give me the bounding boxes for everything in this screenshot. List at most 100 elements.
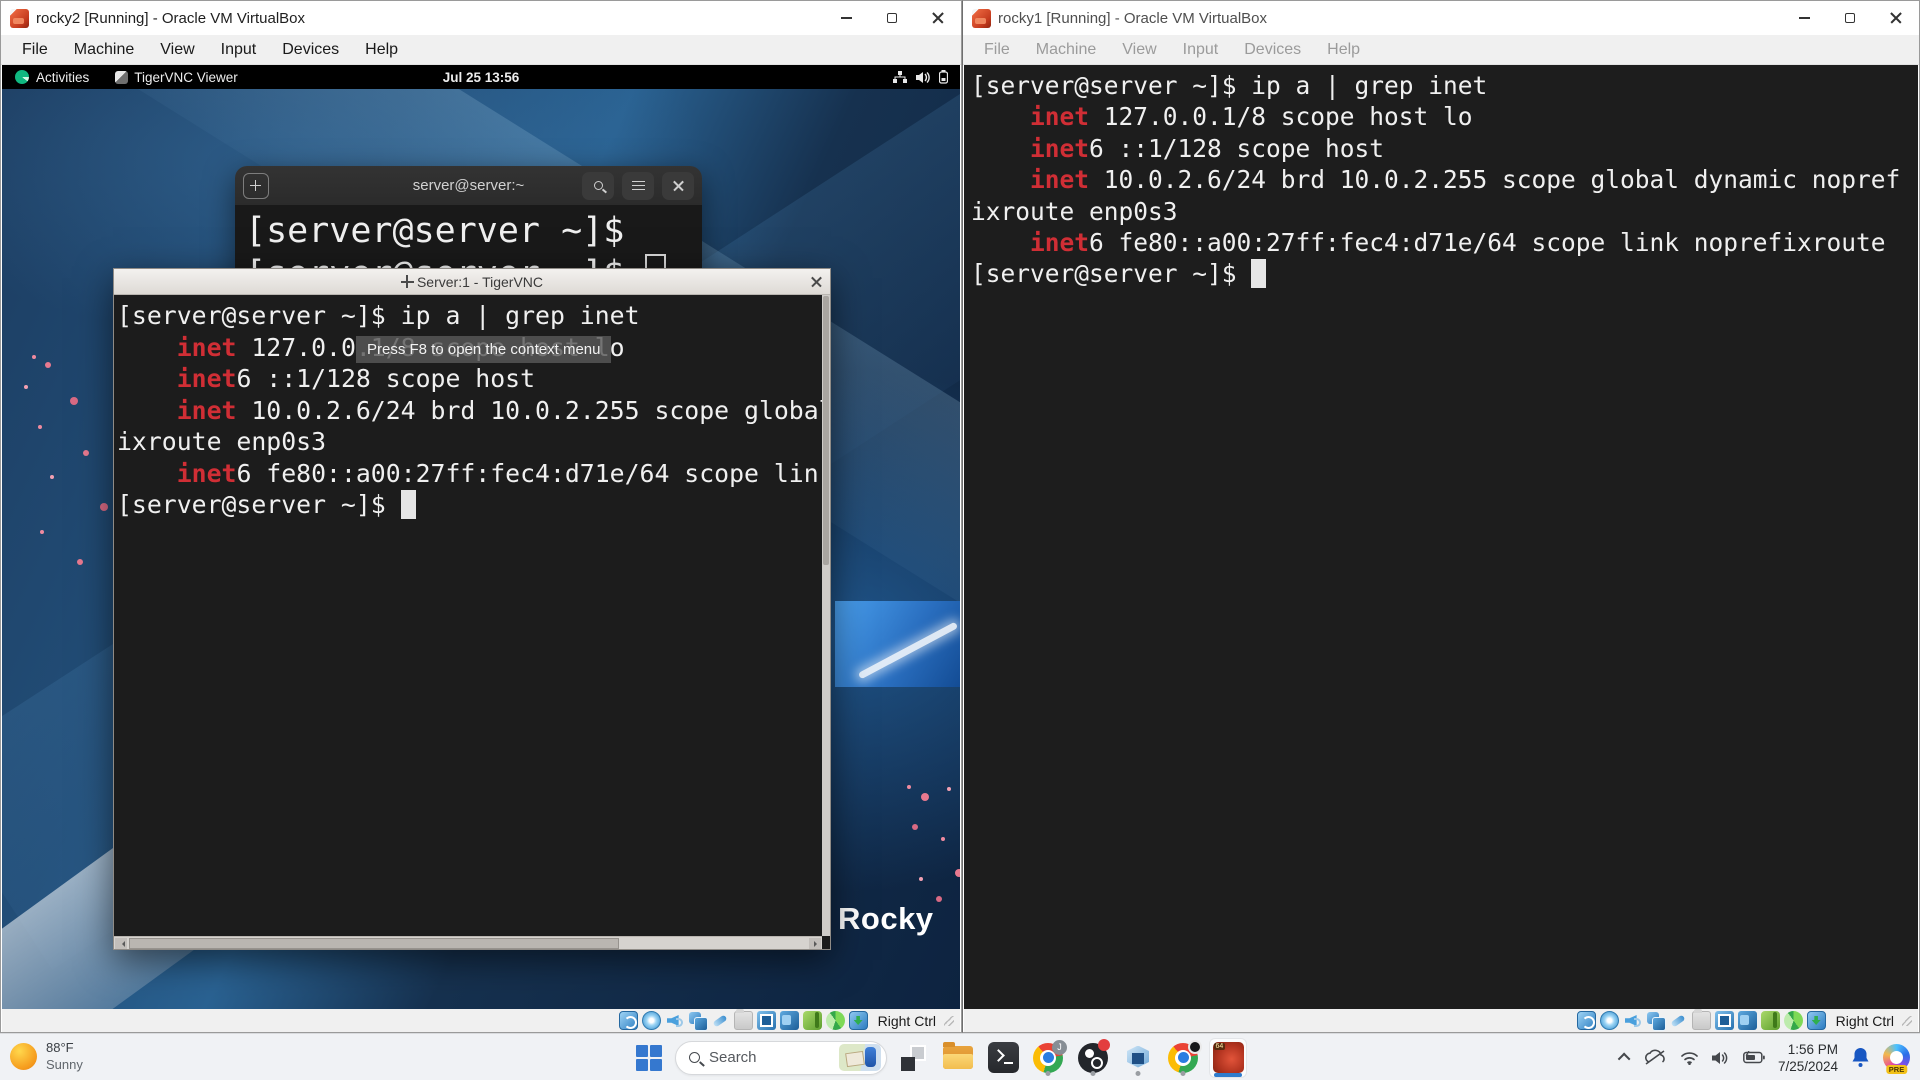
network-icon[interactable] [1646, 1011, 1665, 1030]
vm-window-button[interactable]: 64 [1209, 1038, 1247, 1078]
features-icon[interactable] [803, 1011, 822, 1030]
mouse-integration-icon[interactable] [1784, 1011, 1803, 1030]
minimize-button[interactable] [1781, 1, 1827, 35]
running-indicator [1091, 1071, 1096, 1076]
menu-help[interactable]: Help [1314, 41, 1373, 59]
close-button[interactable] [915, 1, 961, 35]
terminal-close-button[interactable] [662, 172, 694, 200]
shared-folders-icon[interactable] [734, 1011, 753, 1030]
terminal-content[interactable]: [server@server ~]$ ip a | grep inet inet… [964, 65, 1918, 1009]
notification-bell-icon[interactable] [1851, 1047, 1870, 1068]
wifi-icon[interactable] [1680, 1051, 1699, 1065]
tray-time: 1:56 PM [1778, 1041, 1838, 1058]
menu-file[interactable]: File [971, 41, 1023, 59]
weather-widget[interactable]: 88°F Sunny [10, 1039, 83, 1073]
battery-icon[interactable] [1743, 1051, 1765, 1064]
menu-machine[interactable]: Machine [1023, 41, 1109, 59]
start-button[interactable] [630, 1038, 668, 1078]
focused-app-menu[interactable]: TigerVNC Viewer [134, 70, 238, 85]
chrome-icon [1168, 1043, 1198, 1073]
keyboard-capture-icon[interactable] [849, 1011, 868, 1030]
hdd-icon[interactable] [1577, 1011, 1596, 1030]
scrollbar-thumb[interactable] [129, 938, 619, 949]
tigervnc-window[interactable]: Server:1 - TigerVNC [server@server ~]$ i… [113, 268, 831, 950]
vm-screen-rocky1[interactable]: [server@server ~]$ ip a | grep inet inet… [964, 65, 1918, 1009]
network-icon[interactable] [688, 1011, 707, 1030]
resize-grip[interactable] [1902, 1016, 1912, 1026]
display-icon[interactable] [757, 1011, 776, 1030]
hdd-icon[interactable] [619, 1011, 638, 1030]
terminal-title: server@server:~ [413, 177, 525, 194]
window-title: rocky2 [Running] - Oracle VM VirtualBox [36, 10, 305, 27]
terminal-search-button[interactable] [582, 172, 614, 200]
terminal-title-bar[interactable]: server@server:~ [235, 166, 702, 205]
tray-overflow-chevron-icon[interactable] [1618, 1053, 1631, 1066]
folder-icon [943, 1046, 973, 1069]
terminal-line: inet 10.0.2.6/24 brd 10.0.2.255 scope gl… [117, 395, 822, 427]
onedrive-icon[interactable] [1643, 1049, 1667, 1066]
menu-view[interactable]: View [147, 41, 207, 59]
menu-file[interactable]: File [9, 41, 61, 59]
new-tab-button[interactable] [243, 173, 269, 199]
terminal-app-button[interactable] [984, 1038, 1022, 1078]
menu-devices[interactable]: Devices [1231, 41, 1314, 59]
resize-grip[interactable] [944, 1016, 954, 1026]
volume-icon[interactable] [1712, 1051, 1730, 1065]
vnc-close-button[interactable] [811, 276, 822, 287]
vbox-status-bar: Right Ctrl [964, 1009, 1918, 1032]
vnc-terminal-content[interactable]: [server@server ~]$ ip a | grep inet inet… [114, 295, 822, 936]
task-view-button[interactable] [894, 1038, 932, 1078]
minimize-button[interactable] [823, 1, 869, 35]
vm-screen-rocky2[interactable]: Rocky Activities TigerVNC Viewer Jul 25 … [2, 65, 960, 1009]
features-icon[interactable] [1761, 1011, 1780, 1030]
minimize-icon [841, 17, 852, 19]
file-explorer-button[interactable] [939, 1038, 977, 1078]
optical-disk-icon[interactable] [1600, 1011, 1619, 1030]
desktop-screen: rocky2 [Running] - Oracle VM VirtualBox … [0, 0, 1920, 1080]
chrome-profile1-button[interactable]: J [1029, 1038, 1067, 1078]
terminal-line: [server@server ~]$ [971, 258, 1918, 289]
terminal-line: [server@server ~]$ ip a | grep inet [117, 300, 822, 332]
menu-input[interactable]: Input [208, 41, 270, 59]
maximize-button[interactable] [869, 1, 915, 35]
scroll-left-arrow[interactable] [115, 938, 127, 949]
vertical-scrollbar[interactable] [822, 295, 830, 936]
title-bar[interactable]: rocky2 [Running] - Oracle VM VirtualBox [1, 1, 961, 35]
gnome-clock[interactable]: Jul 25 13:56 [443, 70, 520, 85]
keyboard-capture-icon[interactable] [1807, 1011, 1826, 1030]
virtualbox-button[interactable] [1119, 1038, 1157, 1078]
terminal-menu-button[interactable] [622, 172, 654, 200]
menu-view[interactable]: View [1109, 41, 1169, 59]
scroll-right-arrow[interactable] [809, 938, 821, 949]
recording-icon[interactable] [1738, 1011, 1757, 1030]
weather-condition: Sunny [46, 1056, 83, 1073]
close-button[interactable] [1873, 1, 1919, 35]
mouse-integration-icon[interactable] [826, 1011, 845, 1030]
menu-help[interactable]: Help [352, 41, 411, 59]
menu-input[interactable]: Input [1170, 41, 1232, 59]
obs-studio-button[interactable] [1074, 1038, 1112, 1078]
search-box[interactable]: Search [675, 1041, 887, 1075]
gnome-system-tray[interactable] [893, 70, 948, 84]
horizontal-scrollbar[interactable] [114, 936, 822, 949]
menu-machine[interactable]: Machine [61, 41, 147, 59]
optical-disk-icon[interactable] [642, 1011, 661, 1030]
scrollbar-thumb[interactable] [823, 296, 829, 565]
usb-icon[interactable] [1669, 1011, 1688, 1030]
copilot-icon[interactable]: PRE [1883, 1044, 1910, 1071]
tray-date: 7/25/2024 [1778, 1058, 1838, 1075]
chrome-profile2-button[interactable] [1164, 1038, 1202, 1078]
activities-button[interactable]: Activities [36, 70, 89, 85]
maximize-button[interactable] [1827, 1, 1873, 35]
audio-icon[interactable] [665, 1011, 684, 1030]
vnc-title-bar[interactable]: Server:1 - TigerVNC [114, 269, 830, 295]
taskbar-clock[interactable]: 1:56 PM 7/25/2024 [1778, 1041, 1838, 1075]
recording-icon[interactable] [780, 1011, 799, 1030]
menu-devices[interactable]: Devices [269, 41, 352, 59]
usb-icon[interactable] [711, 1011, 730, 1030]
terminal-line: [server@server ~]$ ip a | grep inet [971, 70, 1918, 101]
audio-icon[interactable] [1623, 1011, 1642, 1030]
display-icon[interactable] [1715, 1011, 1734, 1030]
shared-folders-icon[interactable] [1692, 1011, 1711, 1030]
title-bar[interactable]: rocky1 [Running] - Oracle VM VirtualBox [963, 1, 1919, 35]
